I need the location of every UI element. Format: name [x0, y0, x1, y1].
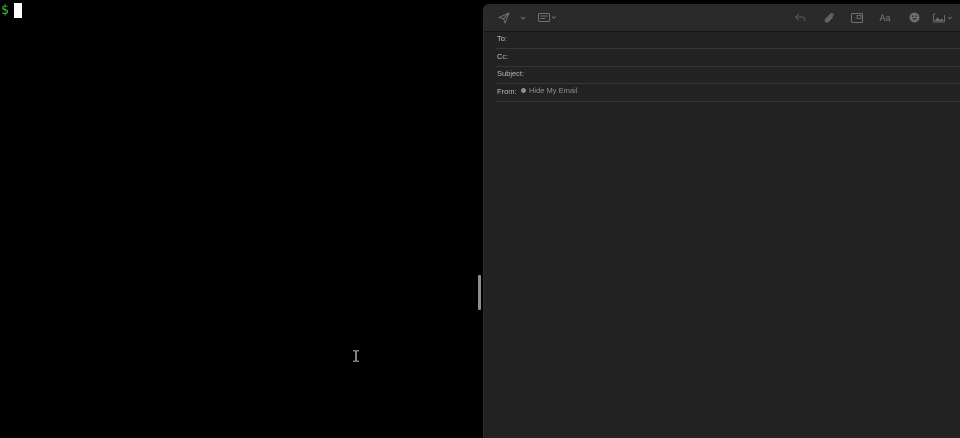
header-fields-icon	[537, 12, 556, 22]
insert-photo-button[interactable]	[850, 10, 864, 25]
attachment-icon	[824, 12, 834, 23]
mail-compose-window: Aa To: Cc: Subject: From: Hide My Email	[483, 4, 960, 438]
attach-button[interactable]	[822, 10, 836, 25]
from-selector[interactable]: Hide My Email	[521, 86, 577, 95]
terminal-prompt: $	[1, 3, 9, 18]
insert-photo-icon	[851, 12, 863, 23]
subject-field[interactable]: Subject:	[496, 66, 960, 84]
send-options-button[interactable]	[519, 10, 527, 25]
terminal-window[interactable]: $	[0, 0, 482, 438]
subject-label: Subject:	[497, 69, 525, 78]
send-button[interactable]	[497, 10, 511, 25]
to-label: To:	[497, 34, 508, 43]
terminal-cursor	[14, 3, 22, 18]
emoji-button[interactable]	[907, 10, 921, 25]
reply-icon	[794, 13, 806, 22]
header-fields-button[interactable]	[537, 10, 557, 25]
from-value-text: Hide My Email	[529, 86, 578, 95]
split-view-divider[interactable]	[478, 275, 481, 310]
send-options-chevron-icon	[520, 16, 526, 20]
format-button[interactable]: Aa	[877, 10, 893, 25]
cc-label: Cc:	[497, 52, 509, 61]
compose-toolbar: Aa	[484, 4, 960, 32]
send-icon	[498, 12, 510, 23]
text-cursor-icon	[353, 350, 359, 362]
emoji-icon	[909, 12, 919, 23]
reply-button[interactable]	[793, 10, 807, 25]
from-label: From:	[497, 87, 517, 96]
photo-browser-button[interactable]	[932, 10, 954, 25]
photo-browser-icon	[932, 12, 952, 22]
hide-my-email-icon	[521, 88, 526, 93]
message-body[interactable]	[484, 102, 960, 438]
to-field[interactable]: To:	[496, 31, 960, 49]
from-field[interactable]: From: Hide My Email	[496, 84, 960, 102]
cc-field[interactable]: Cc:	[496, 49, 960, 67]
